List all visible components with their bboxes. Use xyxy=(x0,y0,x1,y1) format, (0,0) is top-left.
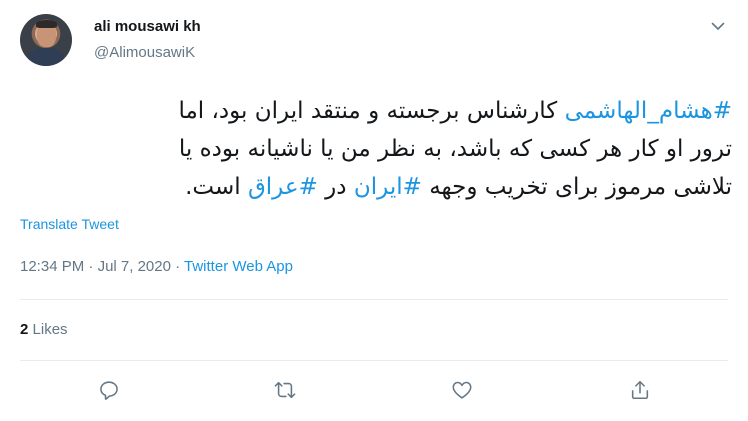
divider xyxy=(20,360,728,361)
tweet-source-link[interactable]: Twitter Web App xyxy=(184,258,293,275)
tweet-metadata: 12:34 PM · Jul 7, 2020 · Twitter Web App xyxy=(20,258,293,275)
tweet-line-2: ترور او کار هر کسی که باشد، به نظر من یا… xyxy=(178,136,732,162)
tweet-time[interactable]: 12:34 PM xyxy=(20,258,84,275)
retweet-icon xyxy=(274,381,296,399)
avatar-hair xyxy=(36,20,57,28)
user-handle[interactable]: @AlimousawiK xyxy=(94,44,195,61)
hashtag-link[interactable]: #هشام_الهاشمی xyxy=(565,98,732,124)
meta-separator: · xyxy=(84,258,98,275)
share-icon xyxy=(631,380,649,400)
likes-label: Likes xyxy=(32,321,68,338)
reply-icon xyxy=(100,381,118,400)
avatar[interactable] xyxy=(20,14,72,66)
hashtag-link[interactable]: #عراق xyxy=(248,174,318,200)
share-button[interactable] xyxy=(626,376,654,404)
tweet-line-1: #هشام_الهاشمی کارشناس برجسته و منتقد ایر… xyxy=(20,92,732,130)
user-display-name[interactable]: ali mousawi kh xyxy=(94,18,201,35)
heart-icon xyxy=(452,381,472,399)
meta-separator: · xyxy=(170,258,185,275)
tweet-text-segment: در xyxy=(317,174,354,200)
avatar-shirt xyxy=(28,48,64,66)
tweet-date[interactable]: Jul 7, 2020 xyxy=(98,258,171,275)
tweet-text-segment: کارشناس برجسته و منتقد ایران بود، اما xyxy=(178,98,565,124)
likes-number: 2 xyxy=(20,321,29,338)
tweet-line-3: تلاشی مرموز برای تخریب وجهه #ایران در #ع… xyxy=(20,168,732,206)
reply-button[interactable] xyxy=(95,376,123,404)
like-button[interactable] xyxy=(448,376,476,404)
tweet-text: #هشام_الهاشمی کارشناس برجسته و منتقد ایر… xyxy=(20,92,732,206)
translate-tweet-link[interactable]: Translate Tweet xyxy=(20,216,119,232)
tweet-text-segment: تلاشی مرموز برای تخریب وجهه xyxy=(421,174,732,200)
tweet-text-segment: است. xyxy=(185,174,248,200)
tweet-card: ali mousawi kh @AlimousawiK #هشام_الهاشم… xyxy=(0,0,748,421)
retweet-button[interactable] xyxy=(271,376,299,404)
hashtag-link[interactable]: #ایران xyxy=(354,174,422,200)
divider xyxy=(20,299,728,300)
likes-count[interactable]: 2 Likes xyxy=(20,321,68,338)
chevron-down-icon[interactable] xyxy=(708,16,728,36)
